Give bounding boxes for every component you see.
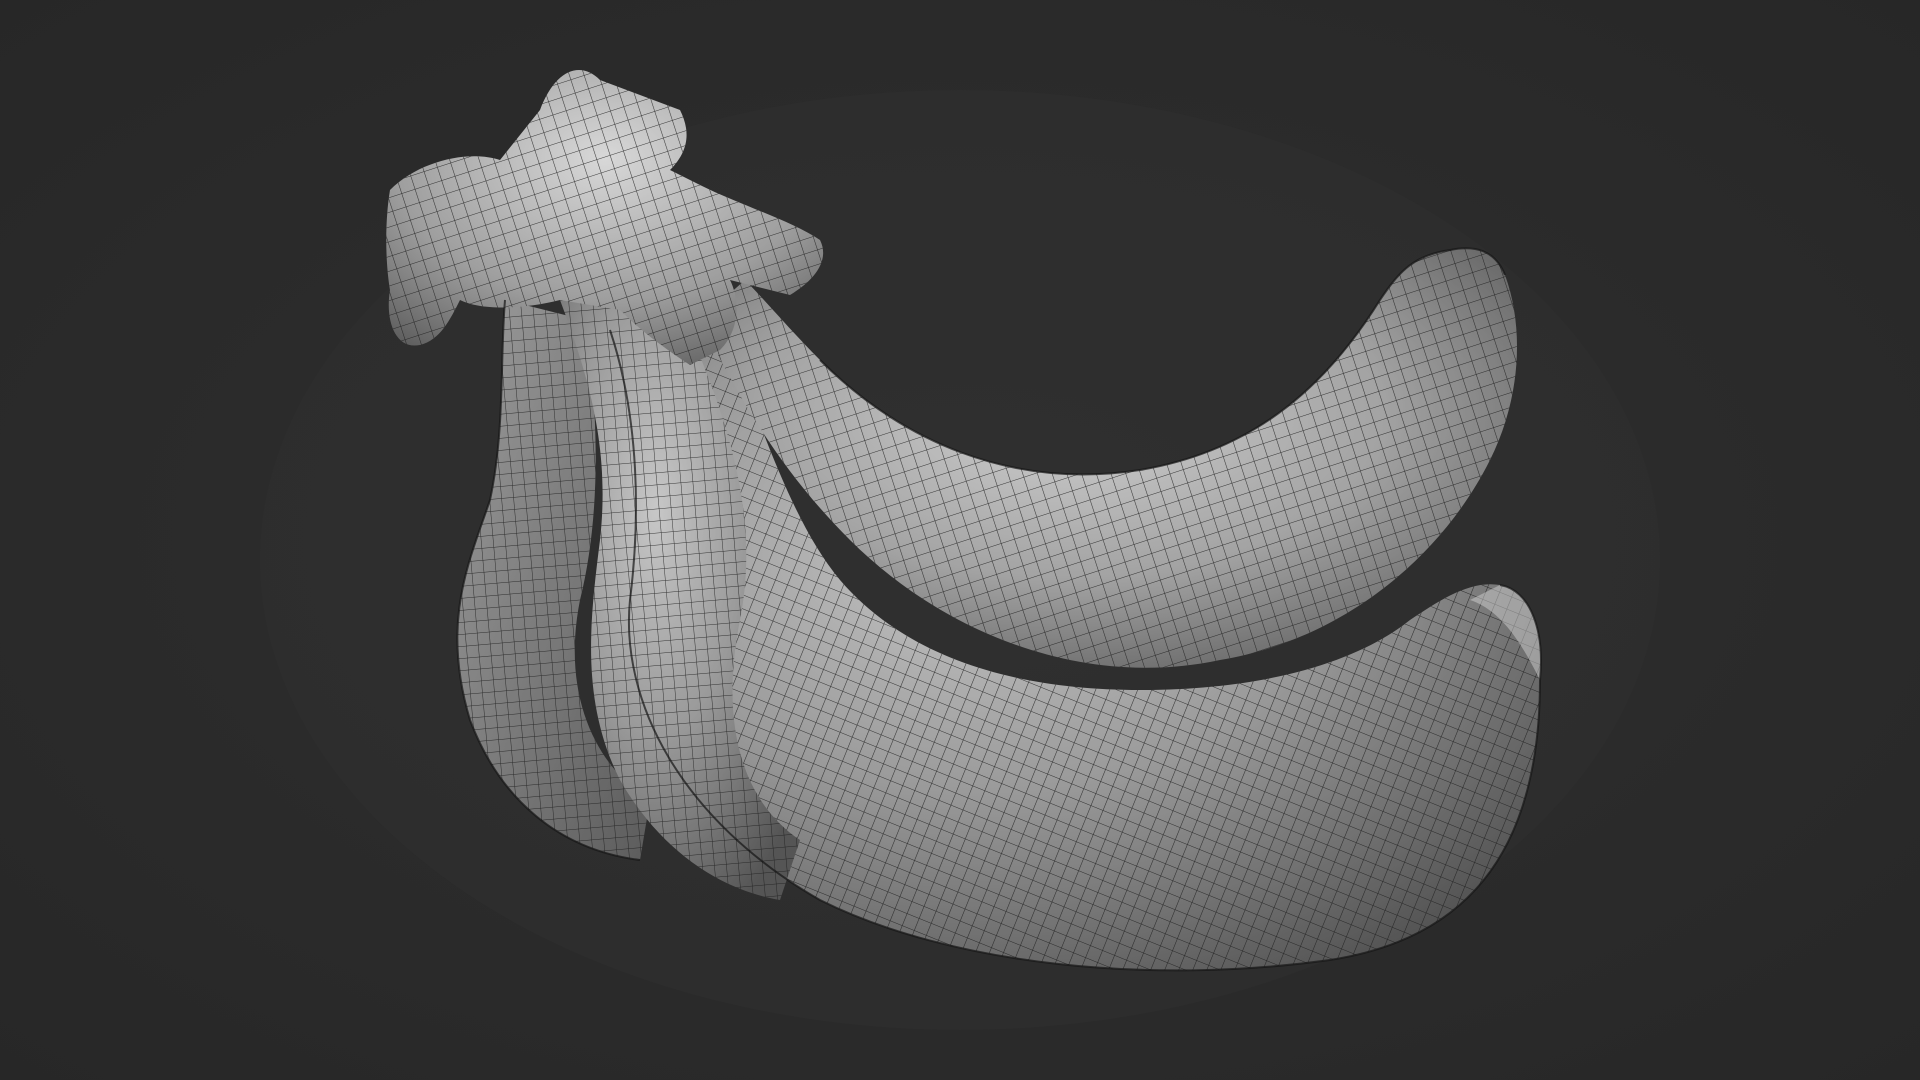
3d-viewport[interactable]	[0, 0, 1920, 1080]
banana-model-render	[260, 70, 1660, 1030]
